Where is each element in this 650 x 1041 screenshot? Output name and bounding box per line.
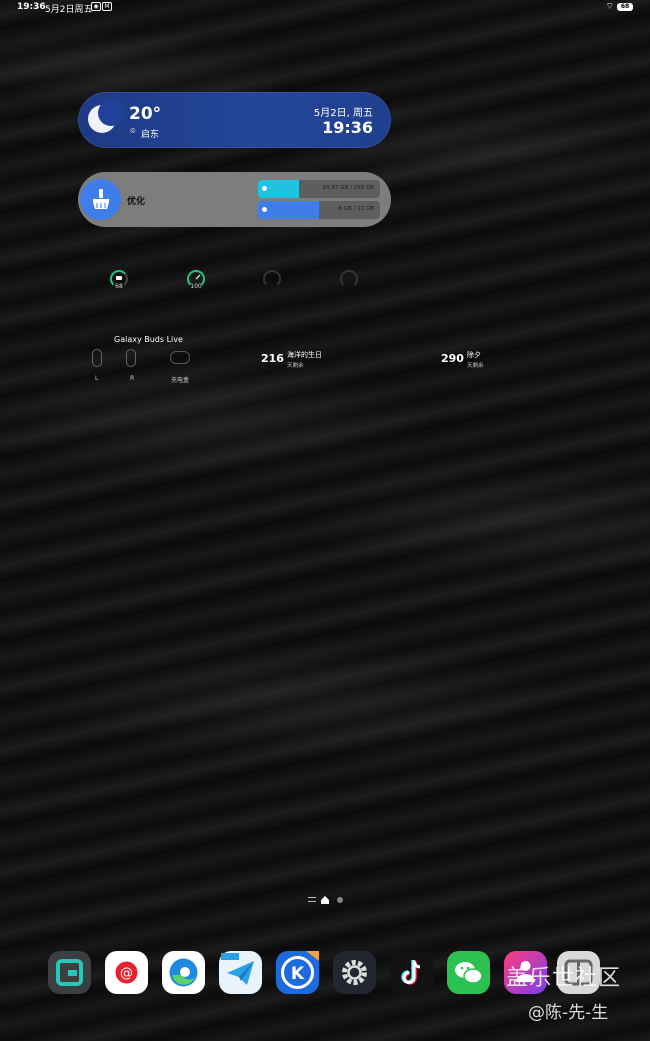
left-bud-label: L — [95, 375, 99, 382]
charging-case-icon[interactable] — [170, 351, 190, 364]
broom-icon — [93, 189, 109, 209]
status-bar: 19:36 5月2日周五 ◉ M ⌔ 68 — [0, 0, 650, 15]
optimize-label: 优化 — [127, 197, 146, 207]
case-label: 充电盒 — [171, 377, 190, 384]
memory-bar[interactable]: 6 GB / 12 GB — [258, 201, 380, 219]
gallery-icon — [56, 959, 83, 986]
k-letter-icon: K — [281, 951, 319, 989]
watermark-author: @陈-先-生 — [528, 1003, 609, 1023]
temperature: 20° — [129, 104, 162, 124]
weather-date: 5月2日, 周五 — [313, 108, 373, 119]
page-list-indicator[interactable] — [308, 897, 316, 902]
wifi-icon: ⌔ — [605, 2, 614, 12]
countdown-name: 海洋的生日 — [287, 351, 322, 359]
at-sign-icon: @ — [115, 961, 138, 984]
right-bud-icon[interactable] — [126, 349, 136, 367]
watermark-community: 盖乐世社区 — [506, 966, 622, 991]
svg-text:K: K — [291, 964, 305, 984]
countdown-days: 290 — [441, 352, 464, 365]
memory-icon — [262, 207, 267, 212]
left-bud-icon[interactable] — [92, 349, 102, 367]
optimize-widget: 优化 85.87 GB / 256 GB 6 GB / 12 GB — [78, 172, 391, 227]
notification-icon: ◉ — [91, 2, 101, 11]
countdown-sub: 天剩余 — [467, 363, 484, 369]
paper-plane-icon — [221, 953, 254, 985]
countdown-sub: 天剩余 — [287, 363, 304, 369]
email-app[interactable]: @ — [105, 951, 148, 994]
svg-text:@: @ — [120, 966, 133, 981]
telegram-app[interactable] — [219, 951, 262, 994]
countdown-days: 216 — [261, 352, 284, 365]
countdown-name: 除夕 — [467, 351, 481, 359]
memory-text: 6 GB / 12 GB — [338, 206, 374, 212]
empty-gauge-2[interactable] — [338, 268, 360, 290]
storage-text: 85.87 GB / 256 GB — [322, 185, 374, 191]
memory-fill — [258, 201, 319, 219]
settings-app[interactable] — [333, 951, 376, 994]
location-pin-icon: ⌾ — [130, 127, 136, 137]
home-page-indicator[interactable] — [321, 896, 329, 904]
battery-gauge-label: 68 — [115, 283, 123, 290]
wechat-app[interactable] — [447, 951, 490, 994]
kugou-music[interactable]: K — [276, 951, 319, 994]
gallery-app[interactable] — [48, 951, 91, 994]
empty-gauge-1[interactable] — [261, 268, 283, 290]
weather-widget[interactable]: 20° ⌾ 启东 5月2日, 周五 19:36 — [78, 92, 391, 148]
weather-time: 19:36 — [322, 118, 373, 137]
storage-icon — [262, 186, 267, 191]
performance-gauge-label: 100 — [190, 283, 202, 290]
storage-bar[interactable]: 85.87 GB / 256 GB — [258, 180, 380, 198]
edge-browser[interactable] — [162, 951, 205, 994]
battery-icon: 68 — [617, 3, 633, 11]
buds-title: Galaxy Buds Live — [114, 335, 183, 344]
edge-icon — [169, 958, 198, 987]
weather-location: 启东 — [141, 130, 160, 140]
status-date: 5月2日周五 — [45, 5, 93, 15]
status-time: 19:36 — [17, 2, 46, 12]
gmail-icon: M — [102, 2, 112, 11]
moon-icon-shadow — [98, 100, 124, 126]
optimize-button[interactable] — [80, 179, 121, 220]
right-bud-label: R — [130, 375, 135, 382]
tiktok-app[interactable] — [390, 951, 433, 994]
wechat-icon — [455, 962, 483, 984]
gear-icon — [342, 960, 367, 985]
page-dot-indicator[interactable] — [337, 897, 343, 903]
tiktok-icon — [401, 960, 421, 985]
